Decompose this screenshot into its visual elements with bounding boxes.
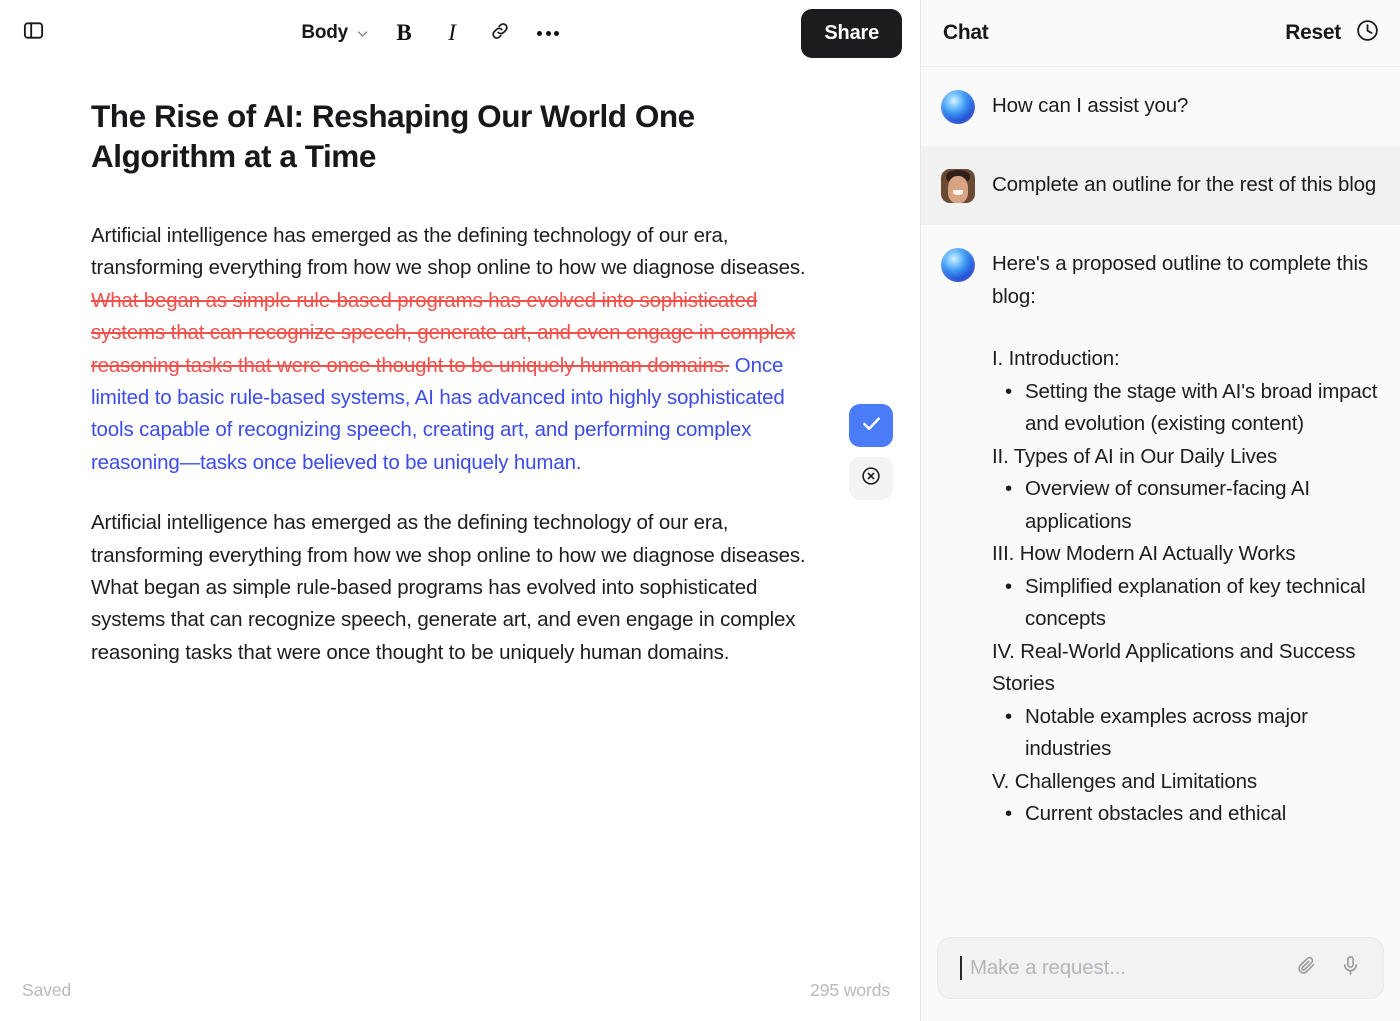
save-status-label: Saved <box>22 980 71 1001</box>
message-text: Complete an outline for the rest of this… <box>992 168 1382 203</box>
word-count-label: 295 words <box>810 980 890 1001</box>
outline-bullet: Notable examples across major industries <box>992 701 1382 766</box>
more-options-icon <box>537 31 559 36</box>
outline-bullet-list: Setting the stage with AI's broad impact… <box>992 376 1382 441</box>
reset-button[interactable]: Reset <box>1285 21 1341 45</box>
document-paragraph-1[interactable]: Artificial intelligence has emerged as t… <box>91 220 819 479</box>
reject-suggestion-button[interactable] <box>849 457 893 500</box>
outline-intro-text: Here's a proposed outline to complete th… <box>992 248 1382 313</box>
sidebar-toggle-icon <box>22 19 45 47</box>
editor-status-bar: Saved 295 words <box>0 965 920 1021</box>
attach-button[interactable] <box>1291 953 1321 983</box>
message-text: How can I assist you? <box>992 89 1382 124</box>
italic-button[interactable]: I <box>430 13 474 53</box>
bold-icon: B <box>396 20 411 46</box>
outline-section-heading: III. How Modern AI Actually Works <box>992 538 1382 571</box>
close-circle-icon <box>860 465 882 492</box>
outline-bullet-list: Overview of consumer-facing AI applicati… <box>992 473 1382 538</box>
outline-bullet-list: Notable examples across major industries <box>992 701 1382 766</box>
document-canvas[interactable]: The Rise of AI: Reshaping Our World One … <box>0 66 920 669</box>
chat-pane: Chat Reset How can I assist you? <box>920 0 1400 1021</box>
paperclip-icon <box>1295 954 1318 982</box>
editor-toolbar: Body B I <box>0 0 920 66</box>
outline-section-heading: II. Types of AI in Our Daily Lives <box>992 441 1382 474</box>
avatar-smile <box>953 190 964 195</box>
microphone-button[interactable] <box>1335 953 1365 983</box>
outline-bullet: Current obstacles and ethical <box>992 798 1382 831</box>
accept-suggestion-button[interactable] <box>849 404 893 447</box>
document-paragraph-2[interactable]: Artificial intelligence has emerged as t… <box>91 507 819 669</box>
italic-icon: I <box>448 20 456 46</box>
chevron-down-icon <box>355 26 370 41</box>
chat-message-user-request: Complete an outline for the rest of this… <box>921 146 1400 225</box>
user-photo-avatar <box>941 169 975 203</box>
history-clock-icon <box>1355 18 1380 48</box>
suggestion-controls <box>849 404 893 500</box>
chat-header-actions: Reset <box>1285 18 1380 48</box>
text-cursor <box>960 956 962 980</box>
link-icon <box>489 20 511 47</box>
link-button[interactable] <box>478 13 522 53</box>
chat-composer-area: Make a request... <box>921 923 1400 1021</box>
paragraph-1-deleted-text: What began as simple rule-based programs… <box>91 289 795 377</box>
share-button[interactable]: Share <box>801 9 902 58</box>
paragraph-style-dropdown[interactable]: Body <box>291 16 378 50</box>
paragraph-1-kept-text: Artificial intelligence has emerged as t… <box>91 224 805 279</box>
bold-button[interactable]: B <box>382 13 426 53</box>
chat-header: Chat Reset <box>921 0 1400 67</box>
ai-orb-avatar <box>941 248 975 282</box>
microphone-icon <box>1339 954 1362 982</box>
chat-input-placeholder[interactable]: Make a request... <box>970 956 1277 980</box>
outline-section-heading: V. Challenges and Limitations <box>992 766 1382 799</box>
paragraph-style-label: Body <box>301 22 348 44</box>
toolbar-format-group: Body B I <box>60 13 801 53</box>
sidebar-toggle-button[interactable] <box>14 14 52 52</box>
app-window: Body B I <box>0 0 1400 1021</box>
page-title: The Rise of AI: Reshaping Our World One … <box>91 96 731 176</box>
check-icon <box>860 412 883 440</box>
chat-title: Chat <box>943 21 988 45</box>
outline-section-heading: IV. Real-World Applications and Success … <box>992 636 1382 701</box>
outline-bullet: Overview of consumer-facing AI applicati… <box>992 473 1382 538</box>
more-options-button[interactable] <box>526 13 570 53</box>
outline-bullet-list: Current obstacles and ethical <box>992 798 1382 831</box>
outline-message-body: Here's a proposed outline to complete th… <box>992 247 1382 831</box>
outline-section-heading: I. Introduction: <box>992 343 1382 376</box>
chat-message-assistant-outline: Here's a proposed outline to complete th… <box>921 225 1400 853</box>
toolbar-left-group <box>14 14 60 52</box>
chat-input-container[interactable]: Make a request... <box>937 937 1384 999</box>
chat-message-assistant-greeting: How can I assist you? <box>921 67 1400 146</box>
history-button[interactable] <box>1355 18 1380 48</box>
editor-pane: Body B I <box>0 0 920 1021</box>
document-scroll-area[interactable]: The Rise of AI: Reshaping Our World One … <box>0 66 920 965</box>
ai-orb-avatar <box>941 90 975 124</box>
outline-bullet: Setting the stage with AI's broad impact… <box>992 376 1382 441</box>
chat-message-list[interactable]: How can I assist you? Complete an outlin… <box>921 67 1400 923</box>
outline-bullet-list: Simplified explanation of key technical … <box>992 571 1382 636</box>
outline-bullet: Simplified explanation of key technical … <box>992 571 1382 636</box>
